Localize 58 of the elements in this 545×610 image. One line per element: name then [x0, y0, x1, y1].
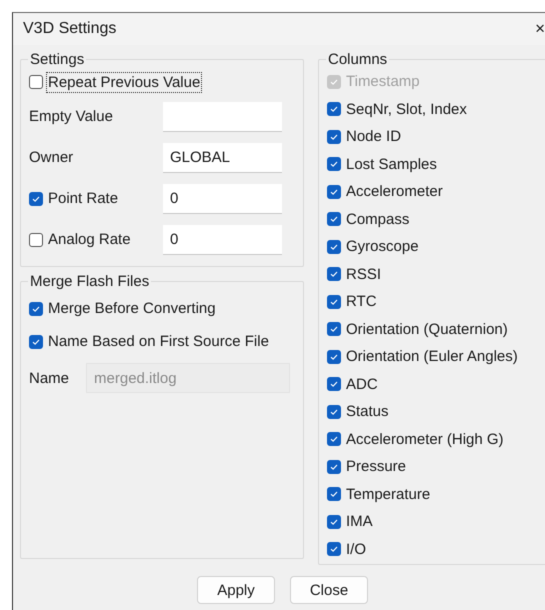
checkbox-label[interactable]: Node ID	[346, 128, 402, 146]
checkbox-label[interactable]: Name Based on First Source File	[48, 333, 269, 350]
checkbox[interactable]	[327, 322, 341, 336]
checkbox-label[interactable]: SeqNr, Slot, Index	[346, 100, 467, 118]
group-title: Columns	[327, 51, 388, 68]
checkbox-label[interactable]: Status	[346, 403, 389, 420]
checkbox[interactable]	[29, 232, 43, 246]
checkbox-label[interactable]: Accelerometer (High G)	[346, 430, 504, 448]
checkbox-label[interactable]: Analog Rate	[48, 231, 131, 248]
checkbox-label[interactable]: RSSI	[346, 266, 382, 283]
input-field[interactable]	[163, 102, 282, 132]
checkbox[interactable]	[327, 514, 341, 529]
dialog-button[interactable]: Close	[290, 576, 368, 604]
checkbox[interactable]	[327, 157, 341, 172]
checkbox[interactable]	[327, 102, 341, 116]
checkbox-label[interactable]: Orientation (Euler Angles)	[346, 348, 518, 366]
checkbox[interactable]	[327, 377, 341, 392]
checkbox[interactable]	[327, 350, 341, 364]
field-label: Owner	[29, 149, 74, 166]
checkbox-label[interactable]: Merge Before Converting	[48, 300, 216, 317]
field-label: Empty Value	[29, 108, 113, 125]
checkbox[interactable]	[327, 487, 341, 502]
checkbox[interactable]	[327, 184, 341, 199]
input-field[interactable]: 0	[163, 184, 282, 214]
checkbox-label[interactable]: Compass	[346, 210, 410, 228]
checkbox[interactable]	[327, 130, 341, 144]
checkbox-label[interactable]: Temperature	[346, 486, 430, 503]
checkbox[interactable]	[327, 240, 341, 254]
checkbox[interactable]	[29, 302, 43, 316]
checkbox[interactable]	[327, 294, 341, 309]
checkbox[interactable]	[29, 192, 43, 206]
checkbox-label[interactable]: I/O	[346, 540, 366, 558]
window-title: V3D Settings	[23, 20, 116, 38]
checkbox-label[interactable]: Lost Samples	[346, 156, 437, 173]
field-label: Name	[29, 370, 70, 386]
input-field[interactable]: 0	[163, 224, 282, 254]
input-field[interactable]: GLOBAL	[163, 142, 282, 172]
checkbox[interactable]	[327, 432, 341, 446]
checkbox-label[interactable]: Repeat Previous Value	[48, 74, 200, 90]
dialog-button[interactable]: Apply	[197, 576, 275, 604]
checkbox[interactable]	[327, 212, 341, 226]
checkbox-label[interactable]: IMA	[346, 513, 373, 530]
checkbox-label[interactable]: RTC	[346, 293, 377, 310]
checkbox-label[interactable]: Pressure	[346, 458, 406, 476]
checkbox[interactable]	[29, 75, 43, 89]
group-title: Settings	[29, 51, 86, 68]
checkbox[interactable]	[327, 404, 341, 419]
checkbox-label[interactable]: Orientation (Quaternion)	[346, 320, 508, 338]
checkbox[interactable]	[327, 460, 341, 474]
group-title: Merge Flash Files	[29, 273, 150, 290]
checkbox[interactable]	[29, 334, 43, 348]
checkbox-label[interactable]: Gyroscope	[346, 238, 419, 256]
checkbox-label[interactable]: Point Rate	[48, 190, 118, 207]
checkbox-label[interactable]: ADC	[346, 376, 378, 393]
checkbox[interactable]	[327, 267, 341, 282]
checkbox[interactable]	[327, 542, 341, 556]
close-button[interactable]: ×	[535, 19, 545, 39]
checkbox-label[interactable]: Accelerometer	[346, 183, 443, 200]
